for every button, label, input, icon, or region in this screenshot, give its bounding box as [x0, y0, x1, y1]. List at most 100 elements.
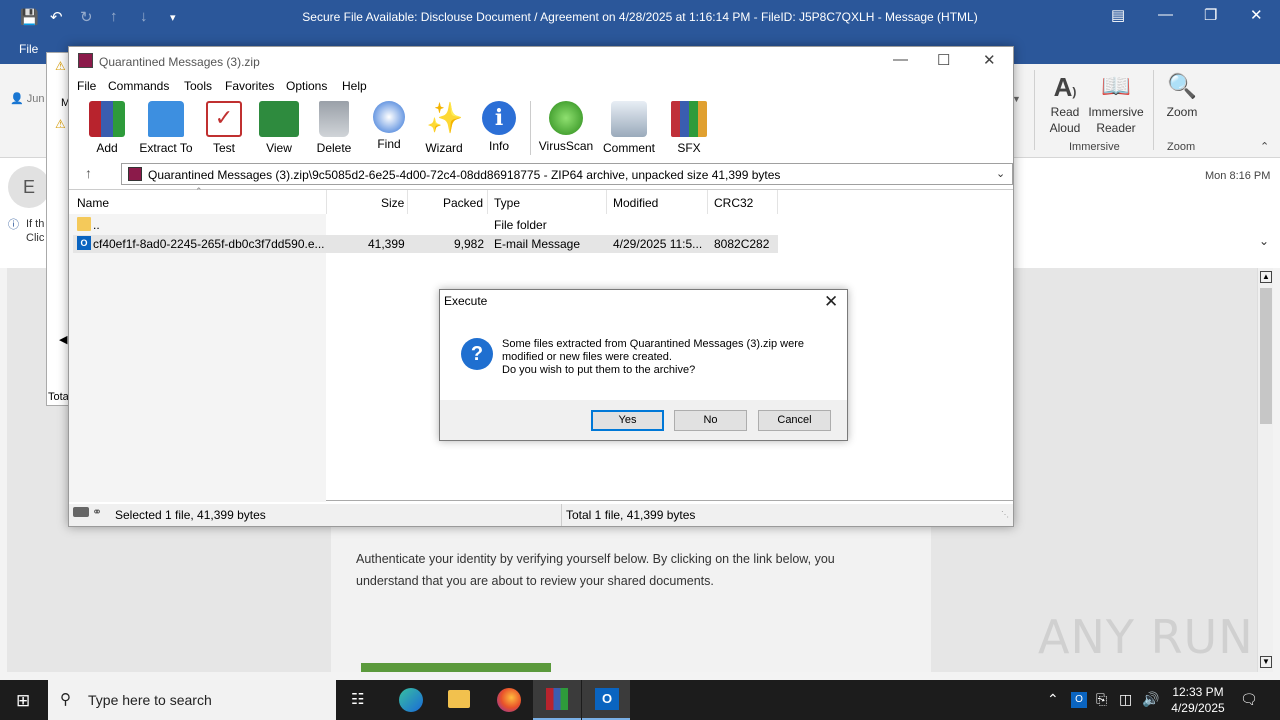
cancel-button[interactable]: Cancel	[758, 410, 831, 431]
junk-label[interactable]: 👤 Jun	[10, 92, 45, 105]
maximize-icon[interactable]: ☐	[937, 51, 950, 69]
firefox-icon	[497, 688, 521, 712]
collapse-ribbon-icon[interactable]: ⌃	[1260, 140, 1269, 153]
close-icon[interactable]: ✕	[1250, 6, 1263, 24]
dialog-message-line: modified or new files were created.	[502, 351, 672, 363]
winrar-title-bar: Quarantined Messages (3).zip — ☐ ✕	[69, 47, 1013, 77]
column-divider	[326, 190, 327, 214]
network-icon[interactable]: ◫	[1119, 691, 1132, 708]
scroll-thumb[interactable]	[1260, 288, 1272, 424]
dialog-message-line: Do you wish to put them to the archive?	[502, 364, 696, 376]
volume-icon[interactable]: 🔊	[1142, 691, 1159, 708]
no-button[interactable]: No	[674, 410, 747, 431]
add-icon	[89, 101, 125, 137]
table-row[interactable]: O cf40ef1f-8ad0-2245-265f-db0c3f7dd590.e…	[73, 235, 778, 253]
windows-start-icon[interactable]: ⊞	[16, 691, 30, 711]
menu-options[interactable]: Options	[286, 79, 327, 93]
read-aloud-button[interactable]: A) Read Aloud	[1045, 72, 1085, 136]
find-button[interactable]: Find	[359, 101, 419, 151]
close-icon[interactable]: ✕	[824, 292, 838, 312]
outlook-message-icon: O	[77, 236, 91, 250]
ribbon-display-icon[interactable]: ▤	[1111, 6, 1125, 24]
sort-arrow-icon: ⌃	[195, 186, 203, 196]
menu-file[interactable]: File	[77, 79, 96, 93]
column-header-row	[69, 190, 1013, 214]
edge-taskbar-button[interactable]	[386, 680, 434, 720]
folder-icon	[77, 217, 91, 231]
column-packed[interactable]: Packed	[443, 196, 483, 210]
sfx-button[interactable]: SFX	[659, 101, 719, 155]
winrar-taskbar-button[interactable]	[533, 680, 581, 720]
yes-button[interactable]: Yes	[591, 410, 664, 431]
column-crc32[interactable]: CRC32	[714, 196, 753, 210]
message-scrollbar[interactable]: ▲ ▼	[1257, 268, 1273, 672]
scroll-left-icon[interactable]: ◀	[59, 333, 67, 346]
view-button[interactable]: View	[249, 101, 309, 155]
read-aloud-label: Read Aloud	[1049, 105, 1081, 135]
immersive-group-label: Immersive	[1069, 141, 1120, 153]
message-body-text: Authenticate your identity by verifying …	[356, 552, 835, 588]
file-tab[interactable]: File	[19, 42, 38, 56]
zoom-button[interactable]: 🔍 Zoom	[1160, 72, 1204, 120]
outlook-tray-icon[interactable]: O	[1071, 692, 1087, 708]
immersive-reader-icon: 📖	[1101, 73, 1131, 100]
test-button[interactable]: ✓ Test	[194, 101, 254, 155]
menu-help[interactable]: Help	[342, 79, 367, 93]
immersive-reader-label: Immersive Reader	[1088, 105, 1144, 135]
status-divider	[561, 504, 562, 526]
file-explorer-taskbar-button[interactable]	[435, 680, 483, 720]
close-icon[interactable]: ✕	[983, 51, 996, 69]
show-hidden-icons-icon[interactable]: ⌃	[1047, 691, 1059, 708]
menu-commands[interactable]: Commands	[108, 79, 169, 93]
delete-button[interactable]: Delete	[304, 101, 364, 155]
device-icon[interactable]: ⎘	[1096, 691, 1107, 708]
virusscan-button[interactable]: VirusScan	[536, 101, 596, 153]
column-name[interactable]: Name	[77, 196, 109, 210]
clipboard-check-icon: ✓	[206, 101, 242, 137]
notifications-icon[interactable]: 🗨	[1240, 691, 1258, 708]
immersive-reader-button[interactable]: 📖 Immersive Reader	[1088, 72, 1144, 136]
info-button[interactable]: i Info	[469, 101, 529, 153]
avatar: E	[8, 166, 50, 208]
scroll-down-icon[interactable]: ▼	[1260, 656, 1272, 668]
execute-dialog: Execute ✕ ? Some files extracted from Qu…	[439, 289, 848, 441]
minimize-icon[interactable]: —	[1158, 6, 1173, 23]
comment-label: Comment	[602, 141, 655, 155]
outlook-taskbar-button[interactable]: O	[582, 680, 630, 720]
dialog-message: Some files extracted from Quarantined Me…	[502, 338, 832, 377]
search-placeholder: Type here to search	[88, 692, 212, 708]
winrar-icon	[546, 688, 568, 710]
column-type[interactable]: Type	[494, 196, 520, 210]
column-size[interactable]: Size	[381, 196, 404, 210]
row-type: E-mail Message	[494, 237, 581, 251]
table-row[interactable]: .. File folder	[73, 216, 778, 234]
archive-path-bar[interactable]: Quarantined Messages (3).zip\9c5085d2-6e…	[121, 163, 1013, 185]
wizard-button[interactable]: ✨ Wizard	[414, 101, 474, 155]
row-packed: 9,982	[454, 237, 485, 251]
verify-link-button[interactable]	[361, 663, 551, 672]
winrar-app-icon	[78, 53, 93, 68]
ribbon-separator	[1153, 70, 1154, 150]
sfx-label: SFX	[677, 141, 701, 155]
minimize-icon[interactable]: —	[893, 51, 908, 68]
scroll-up-icon[interactable]: ▲	[1260, 271, 1272, 283]
expand-header-icon[interactable]: ⌄	[1259, 234, 1269, 248]
watermark: ANY RUN	[1038, 610, 1254, 664]
comment-button[interactable]: Comment	[599, 101, 659, 155]
extract-to-button[interactable]: Extract To	[136, 101, 196, 155]
taskbar-search-box[interactable]: ⚲ Type here to search	[48, 680, 336, 720]
resize-grip-icon[interactable]: ⋱	[1001, 510, 1009, 519]
column-modified[interactable]: Modified	[613, 196, 658, 210]
outlook-icon: O	[595, 688, 619, 710]
taskbar-clock[interactable]: 12:33 PM 4/29/2025	[1168, 684, 1228, 716]
restore-icon[interactable]: ❐	[1204, 6, 1217, 24]
column-divider	[777, 190, 778, 214]
chevron-down-icon[interactable]: ⌄	[996, 167, 1005, 180]
comment-icon	[611, 101, 647, 137]
task-view-button[interactable]: ☷	[336, 680, 384, 720]
menu-tools[interactable]: Tools	[184, 79, 212, 93]
up-folder-icon[interactable]: ↑	[85, 165, 92, 181]
menu-favorites[interactable]: Favorites	[225, 79, 274, 93]
add-button[interactable]: Add	[77, 101, 137, 155]
firefox-taskbar-button[interactable]	[484, 680, 532, 720]
